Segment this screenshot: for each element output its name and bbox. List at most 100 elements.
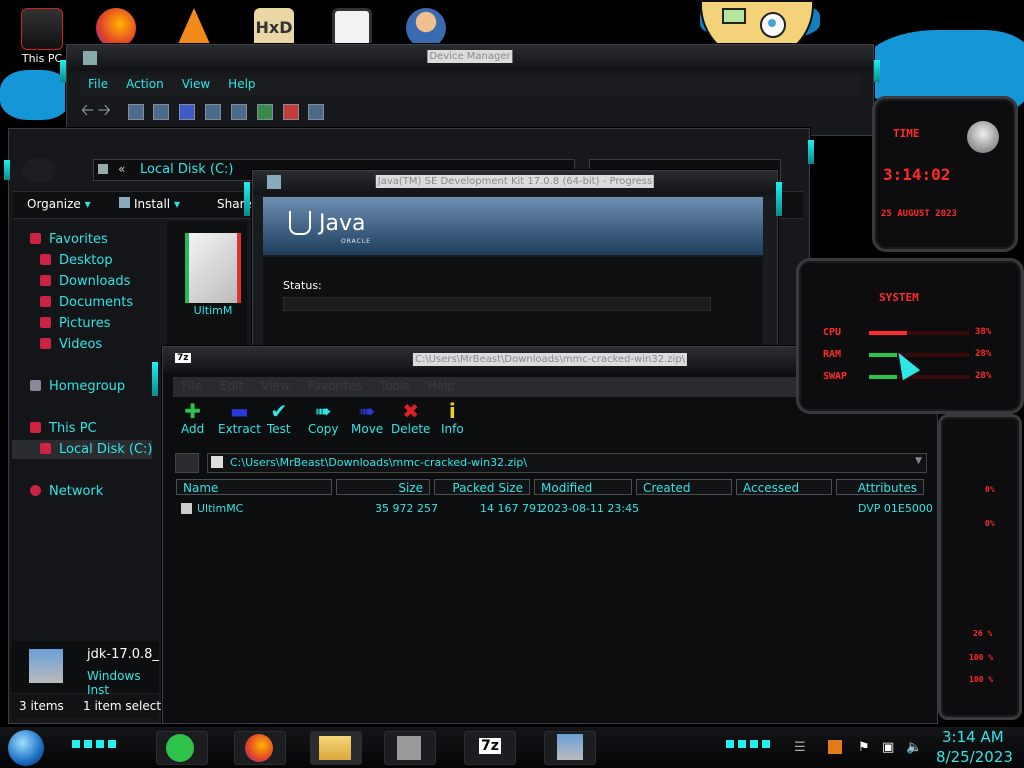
view-icon[interactable] bbox=[205, 103, 222, 120]
uninstall-device-icon[interactable] bbox=[282, 103, 299, 120]
menu-file[interactable]: File bbox=[173, 377, 211, 395]
menu-view[interactable]: View bbox=[252, 377, 298, 395]
desktop-icon-this-pc[interactable]: This PC bbox=[14, 8, 70, 65]
organize-button[interactable]: Organize ▾ bbox=[27, 197, 91, 211]
status-selection: 1 item selecte bbox=[83, 699, 169, 713]
java-titlebar[interactable]: Java(TM) SE Development Kit 17.0.8 (64-b… bbox=[253, 171, 777, 195]
device-manager-menubar: File Action View Help bbox=[79, 75, 861, 95]
nav-pictures[interactable]: Pictures bbox=[40, 316, 110, 331]
back-arrow-icon[interactable]: 🡠 bbox=[81, 100, 94, 119]
menu-tools[interactable]: Tools bbox=[371, 377, 419, 395]
flag-icon[interactable]: ⚑ bbox=[858, 740, 870, 755]
window-frame-accent bbox=[4, 160, 10, 180]
folder-up-icon[interactable] bbox=[175, 453, 199, 473]
properties-icon[interactable] bbox=[127, 103, 144, 120]
forward-arrow-icon[interactable]: 🡢 bbox=[98, 100, 111, 119]
column-header-packed-size[interactable]: Packed Size bbox=[434, 479, 530, 495]
add-button[interactable]: ✚ Add bbox=[181, 400, 204, 436]
drive-usage-value: 0% bbox=[985, 485, 995, 494]
file-item-ultimmc[interactable]: UltimM bbox=[181, 233, 245, 317]
taskbar-item-7zip[interactable]: 7z bbox=[464, 731, 516, 765]
network-icon[interactable]: ▣ bbox=[882, 740, 894, 755]
java-installer-window[interactable]: Java(TM) SE Development Kit 17.0.8 (64-b… bbox=[252, 170, 778, 348]
help-icon[interactable] bbox=[179, 103, 196, 120]
file-item-label: UltimM bbox=[193, 304, 233, 317]
plus-icon: ✚ bbox=[184, 399, 201, 423]
drive-usage-value: 26 % bbox=[973, 629, 993, 638]
nav-network[interactable]: Network bbox=[30, 484, 103, 499]
nav-videos[interactable]: Videos bbox=[40, 337, 102, 352]
cpu-meter bbox=[869, 331, 969, 335]
java-content: Status: bbox=[263, 257, 763, 347]
start-button[interactable] bbox=[8, 730, 44, 766]
row-name: UltimMC bbox=[197, 502, 244, 515]
extract-button[interactable]: ▬ Extract bbox=[218, 400, 261, 436]
disable-device-icon[interactable] bbox=[308, 103, 325, 120]
delete-button[interactable]: ✖ Delete bbox=[391, 400, 430, 436]
menu-help[interactable]: Help bbox=[419, 377, 464, 395]
device-manager-window[interactable]: Device Manager File Action View Help 🡠 🡢 bbox=[66, 44, 874, 136]
explorer-back-button[interactable] bbox=[21, 159, 57, 181]
chat-icon bbox=[166, 734, 194, 762]
desktop-icon-vlc[interactable] bbox=[166, 8, 222, 46]
install-button[interactable]: Install ▾ bbox=[119, 197, 180, 211]
java-cup-icon bbox=[289, 211, 311, 235]
column-header-name[interactable]: Name bbox=[176, 479, 332, 495]
menu-file[interactable]: File bbox=[79, 75, 117, 93]
scan-hardware-icon[interactable] bbox=[230, 103, 247, 120]
column-header-attributes[interactable]: Attributes bbox=[836, 479, 924, 495]
update-driver-icon[interactable] bbox=[256, 103, 273, 120]
java-banner: Java ORACLE bbox=[263, 197, 763, 255]
nav-homegroup[interactable]: Homegroup bbox=[30, 379, 125, 394]
system-widget[interactable]: SYSTEM CPU 38% RAM 28% SWAP 28% bbox=[796, 258, 1024, 414]
java-update-icon[interactable] bbox=[828, 740, 842, 754]
taskbar-item-explorer[interactable] bbox=[310, 731, 362, 765]
clock-widget[interactable]: TIME 3:14:02 25 AUGUST 2023 bbox=[872, 96, 1018, 252]
window-frame-accent bbox=[60, 60, 66, 82]
chevron-down-icon[interactable]: ▼ bbox=[915, 456, 922, 466]
vlc-cone-icon bbox=[178, 8, 210, 44]
taskbar-item-messages[interactable] bbox=[156, 731, 208, 765]
info-button[interactable]: i Info bbox=[441, 400, 464, 436]
taskbar-item-firefox[interactable] bbox=[234, 731, 286, 765]
window-title: Device Manager bbox=[427, 50, 513, 63]
column-header-accessed[interactable]: Accessed bbox=[736, 479, 832, 495]
drives-widget[interactable]: 0% 0% 26 % 100 % 100 % bbox=[938, 414, 1022, 720]
taskbar-clock-time[interactable]: 3:14 AM bbox=[942, 728, 1004, 746]
homegroup-icon bbox=[30, 380, 41, 391]
column-header-modified[interactable]: Modified bbox=[534, 479, 632, 495]
taskbar-clock-date[interactable]: 8/25/2023 bbox=[936, 748, 1013, 766]
menu-edit[interactable]: Edit bbox=[211, 377, 252, 395]
move-button[interactable]: ➠ Move bbox=[351, 400, 383, 436]
menu-action[interactable]: Action bbox=[117, 75, 173, 93]
device-manager-titlebar[interactable]: Device Manager bbox=[67, 45, 873, 71]
menu-help[interactable]: Help bbox=[219, 75, 264, 93]
copy-button[interactable]: ➠ Copy bbox=[308, 400, 338, 436]
show-hidden-icons-icon[interactable]: ☰ bbox=[794, 740, 806, 755]
installer-app-icon bbox=[267, 175, 281, 189]
column-header-size[interactable]: Size bbox=[336, 479, 430, 495]
drive-usage-value: 100 % bbox=[969, 675, 994, 684]
menu-view[interactable]: View bbox=[173, 75, 219, 93]
nav-desktop[interactable]: Desktop bbox=[40, 253, 113, 268]
nav-downloads[interactable]: Downloads bbox=[40, 274, 130, 289]
nav-documents[interactable]: Documents bbox=[40, 295, 133, 310]
nav-favorites[interactable]: Favorites bbox=[30, 232, 108, 247]
taskbar-item-device-manager[interactable] bbox=[384, 731, 436, 765]
installer-icon bbox=[557, 734, 583, 760]
test-button[interactable]: ✔ Test bbox=[267, 400, 291, 436]
column-header-created[interactable]: Created bbox=[636, 479, 732, 495]
row-packed-size: 14 167 791 bbox=[480, 502, 543, 515]
info-icon: i bbox=[448, 399, 456, 423]
taskbar-item-installer[interactable] bbox=[544, 731, 596, 765]
window-frame-accent bbox=[874, 60, 880, 82]
taskbar-accent-dots bbox=[726, 740, 770, 748]
menu-favorites[interactable]: Favorites bbox=[299, 377, 371, 395]
path-input[interactable]: C:\Users\MrBeast\Downloads\mmc-cracked-w… bbox=[207, 453, 927, 473]
minus-icon: ▬ bbox=[230, 399, 249, 423]
details-icon[interactable] bbox=[153, 103, 170, 120]
nav-this-pc[interactable]: This PC bbox=[30, 421, 97, 436]
nav-local-disk[interactable]: Local Disk (C:) bbox=[40, 442, 152, 457]
volume-icon[interactable]: 🔈 bbox=[906, 740, 922, 755]
window-title: Java(TM) SE Development Kit 17.0.8 (64-b… bbox=[375, 175, 655, 188]
